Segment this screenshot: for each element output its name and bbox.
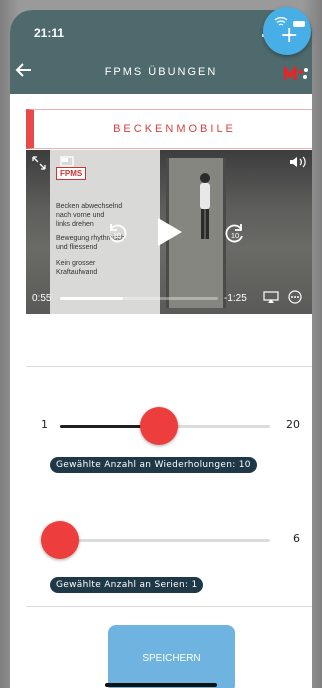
exercise-title-card: BECKENMOBILE xyxy=(26,109,312,149)
play-icon[interactable] xyxy=(156,216,184,248)
video-overlay-logo: FPMS xyxy=(56,167,87,180)
fullscreen-icon[interactable] xyxy=(32,156,46,170)
add-button[interactable]: + xyxy=(263,7,311,55)
divider xyxy=(26,366,312,367)
video-progress-bar[interactable] xyxy=(60,297,218,300)
pip-icon[interactable] xyxy=(60,156,74,168)
video-progress-fill xyxy=(60,297,124,300)
svg-text:10: 10 xyxy=(231,231,239,240)
repetitions-thumb[interactable] xyxy=(140,407,179,445)
status-time: 21:11 xyxy=(34,26,65,40)
skip-forward-icon[interactable]: 10 xyxy=(224,223,246,245)
video-overlay-text: Becken abwechselnd nach vorne und links dr… xyxy=(56,203,123,228)
svg-text:10: 10 xyxy=(113,231,121,240)
home-indicator xyxy=(105,683,217,687)
video-remaining-time: -1:25 xyxy=(224,293,247,304)
repetitions-min: 1 xyxy=(41,418,48,431)
video-person xyxy=(200,173,210,239)
video-overlay-text: Kein grosser Kraftaufwand xyxy=(56,260,98,276)
save-button[interactable]: SPEICHERN xyxy=(108,625,235,688)
series-track[interactable] xyxy=(60,539,270,542)
plus-icon: + xyxy=(280,23,299,48)
more-options-icon[interactable] xyxy=(288,290,302,304)
page-title: FPMS ÜBUNGEN xyxy=(104,66,218,78)
series-thumb[interactable] xyxy=(41,521,79,559)
video-elapsed-time: 0:55 xyxy=(32,293,52,304)
repetitions-slider[interactable]: 1 20 xyxy=(26,406,312,446)
repetitions-max: 20 xyxy=(286,418,300,431)
skip-back-icon[interactable]: 10 xyxy=(106,223,128,245)
fpms-logo-icon xyxy=(283,64,308,82)
series-slider[interactable]: 6 xyxy=(26,520,312,560)
volume-icon[interactable] xyxy=(288,156,310,168)
repetitions-label: Gewählte Anzahl an Wiederholungen: 10 xyxy=(50,457,257,473)
exercise-title: BECKENMOBILE xyxy=(113,123,236,135)
divider xyxy=(26,606,312,607)
video-player[interactable]: FPMS Becken abwechselnd nach vorne und lin… xyxy=(26,150,312,314)
series-max: 6 xyxy=(293,532,300,545)
video-overlay-text: Bewegung rhythmisch und fliessend xyxy=(56,235,125,251)
app-screen: 21:11 FPMS ÜBUNGEN BECKENMOBILE FPMS Bec… xyxy=(10,10,312,688)
airplay-icon[interactable] xyxy=(263,291,279,303)
series-label: Gewählte Anzahl an Serien: 1 xyxy=(50,577,204,593)
